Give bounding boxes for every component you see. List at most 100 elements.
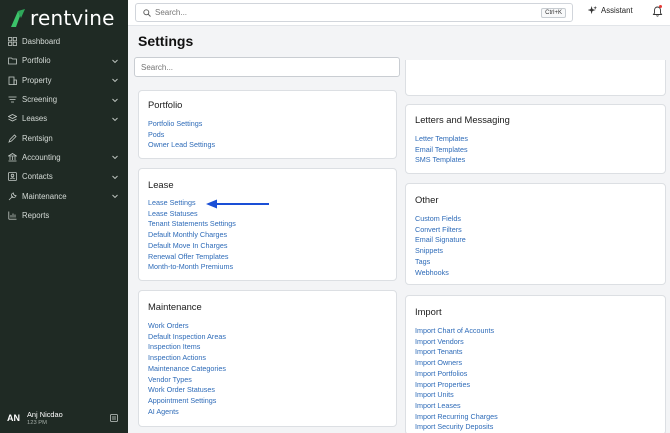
building-icon [8, 76, 17, 85]
portfolio-links: Portfolio Settings Pods Owner Lead Setting… [148, 119, 215, 151]
leaf-logo-icon [11, 9, 25, 27]
chevron-down-icon[interactable] [111, 57, 119, 65]
settings-link-work-orders[interactable]: Work Orders [148, 321, 226, 332]
user-time: 123 PM [27, 420, 47, 426]
maintenance-card-title: Maintenance [148, 301, 202, 312]
page-title: Settings [138, 33, 194, 49]
filter-icon [8, 95, 17, 104]
sidebar-nav: Dashboard Portfolio Property Screening Lease… [0, 32, 128, 225]
settings-link-tags[interactable]: Tags [415, 257, 466, 268]
portfolio-card-title: Portfolio [148, 99, 183, 110]
folder-icon [8, 56, 17, 65]
settings-link-import-properties[interactable]: Import Properties [415, 380, 498, 391]
settings-link-import-tenants[interactable]: Import Tenants [415, 347, 498, 358]
chevron-down-icon[interactable] [111, 153, 119, 161]
settings-link-custom-fields[interactable]: Custom Fields [415, 214, 466, 225]
chevron-down-icon[interactable] [111, 76, 119, 84]
import-card-title: Import [415, 306, 442, 317]
avatar: AN [7, 413, 20, 423]
sidebar-item-accounting[interactable]: Accounting [0, 148, 128, 167]
sidebar-item-property[interactable]: Property [0, 71, 128, 90]
settings-link-appointment-settings[interactable]: Appointment Settings [148, 396, 226, 407]
sidebar-item-dashboard[interactable]: Dashboard [0, 32, 128, 51]
sidebar-item-screening[interactable]: Screening [0, 90, 128, 109]
settings-link-portfolio-settings[interactable]: Portfolio Settings [148, 119, 215, 130]
user-profile[interactable]: AN Anj Nicdao 123 PM [0, 403, 128, 433]
chevron-down-icon[interactable] [111, 96, 119, 104]
lease-links: Lease Settings Lease Statuses Tenant State… [148, 198, 236, 273]
sidebar-item-reports[interactable]: Reports [0, 206, 128, 225]
sidebar-item-label: Maintenance [22, 191, 67, 201]
lease-card: Lease Lease Settings Lease Statuses Tenant… [138, 168, 397, 281]
settings-link-import-vendors[interactable]: Import Vendors [415, 337, 498, 348]
sparkle-icon [588, 6, 597, 15]
settings-link-renewal-offer-templates[interactable]: Renewal Offer Templates [148, 252, 236, 263]
import-links: Import Chart of Accounts Import Vendors Im… [415, 326, 498, 433]
settings-link-import-portfolios[interactable]: Import Portfolios [415, 369, 498, 380]
sidebar-item-label: Portfolio [22, 56, 51, 66]
settings-link-email-templates[interactable]: Email Templates [415, 145, 468, 156]
letters-card-title: Letters and Messaging [415, 114, 510, 125]
sidebar-item-label: Accounting [22, 152, 61, 162]
global-search[interactable]: Ctrl+K [135, 3, 573, 22]
settings-link-inspection-items[interactable]: Inspection Items [148, 342, 226, 353]
settings-link-owner-lead-settings[interactable]: Owner Lead Settings [148, 140, 215, 151]
settings-link-sms-templates[interactable]: SMS Templates [415, 155, 468, 166]
settings-link-maintenance-categories[interactable]: Maintenance Categories [148, 364, 226, 375]
settings-link-letter-templates[interactable]: Letter Templates [415, 134, 468, 145]
settings-link-work-order-statuses[interactable]: Work Order Statuses [148, 385, 226, 396]
sidebar-item-label: Property [22, 75, 52, 85]
user-name: Anj Nicdao [27, 410, 63, 419]
chevron-down-icon[interactable] [111, 173, 119, 181]
rentvine-logo[interactable]: rentvine [10, 6, 115, 30]
settings-link-email-signature[interactable]: Email Signature [415, 235, 466, 246]
portfolio-card: Portfolio Portfolio Settings Pods Owner Le… [138, 90, 397, 159]
settings-link-lease-statuses[interactable]: Lease Statuses [148, 209, 236, 220]
sidebar-item-label: Reports [22, 210, 50, 220]
settings-link-inspection-actions[interactable]: Inspection Actions [148, 353, 226, 364]
sidebar-item-label: Screening [22, 95, 58, 105]
maintenance-links: Work Orders Default Inspection Areas Inspe… [148, 321, 226, 417]
settings-link-webhooks[interactable]: Webhooks [415, 268, 466, 279]
sidebar-item-portfolio[interactable]: Portfolio [0, 51, 128, 70]
sidebar-item-maintenance[interactable]: Maintenance [0, 186, 128, 205]
settings-link-tenant-statements-settings[interactable]: Tenant Statements Settings [148, 219, 236, 230]
letters-card: Letters and Messaging Letter Templates Em… [405, 104, 666, 174]
settings-link-import-security-deposits[interactable]: Import Security Deposits [415, 422, 498, 433]
top-bar: Ctrl+K Assistant [128, 0, 670, 26]
chart-icon [8, 211, 17, 220]
import-card: Import Import Chart of Accounts Import Ve… [405, 295, 666, 433]
settings-link-import-owners[interactable]: Import Owners [415, 358, 498, 369]
settings-link-ai-agents[interactable]: AI Agents [148, 407, 226, 418]
lease-card-title: Lease [148, 179, 174, 190]
assistant-label: Assistant [601, 6, 633, 15]
settings-link-default-move-in-charges[interactable]: Default Move In Charges [148, 241, 236, 252]
settings-link-snippets[interactable]: Snippets [415, 246, 466, 257]
settings-link-pods[interactable]: Pods [148, 130, 215, 141]
brand-name: rentvine [30, 6, 115, 30]
settings-link-convert-filters[interactable]: Convert Filters [415, 225, 466, 236]
assistant-button[interactable]: Assistant [588, 6, 633, 15]
settings-link-month-to-month-premiums[interactable]: Month-to-Month Premiums [148, 262, 236, 273]
settings-link-default-monthly-charges[interactable]: Default Monthly Charges [148, 230, 236, 241]
settings-search-input[interactable] [134, 57, 400, 77]
other-card: Other Custom Fields Convert Filters Email … [405, 183, 666, 285]
sidebar-item-leases[interactable]: Leases [0, 109, 128, 128]
other-card-title: Other [415, 194, 439, 205]
chevron-down-icon[interactable] [111, 192, 119, 200]
layers-icon [8, 114, 17, 123]
chevron-down-icon[interactable] [111, 115, 119, 123]
user-menu-icon[interactable] [110, 414, 118, 422]
sidebar: rentvine Dashboard Portfolio Property Scree… [0, 0, 128, 433]
settings-link-import-units[interactable]: Import Units [415, 390, 498, 401]
settings-link-import-leases[interactable]: Import Leases [415, 401, 498, 412]
shortcut-badge: Ctrl+K [541, 7, 566, 18]
settings-link-vendor-types[interactable]: Vendor Types [148, 375, 226, 386]
settings-link-import-recurring-charges[interactable]: Import Recurring Charges [415, 412, 498, 423]
sidebar-item-rentsign[interactable]: Rentsign [0, 128, 128, 147]
hidden-top-card [405, 60, 666, 96]
settings-link-import-chart-of-accounts[interactable]: Import Chart of Accounts [415, 326, 498, 337]
global-search-input[interactable] [155, 8, 542, 17]
settings-link-default-inspection-areas[interactable]: Default Inspection Areas [148, 332, 226, 343]
sidebar-item-contacts[interactable]: Contacts [0, 167, 128, 186]
